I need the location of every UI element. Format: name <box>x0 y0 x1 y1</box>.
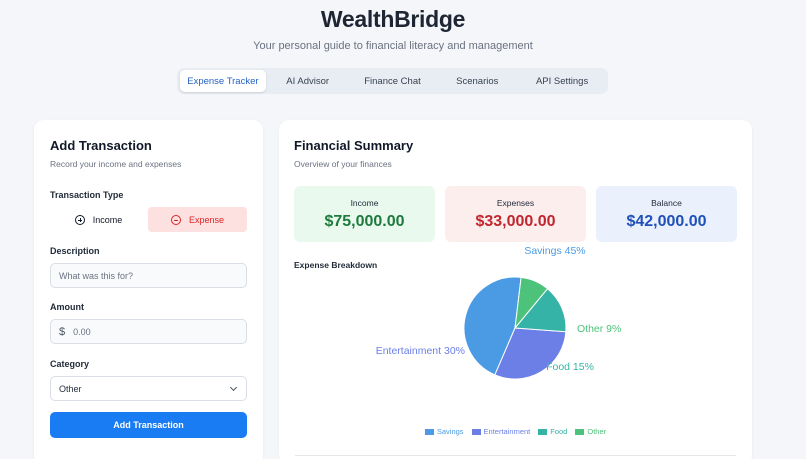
balance-stat-label: Balance <box>651 198 682 208</box>
pie-label-food: Food 15% <box>546 361 594 373</box>
tab-api-settings[interactable]: API Settings <box>519 70 605 92</box>
balance-stat-value: $42,000.00 <box>626 213 707 230</box>
transaction-type-label: Transaction Type <box>50 190 124 200</box>
category-select[interactable]: Other <box>50 376 247 401</box>
minus-circle-icon <box>170 214 181 225</box>
add-transaction-title: Add Transaction <box>50 138 152 153</box>
expense-pie-chart: Savings 45% Entertainment 30% Food 15% Othe… <box>376 245 621 380</box>
category-value: Other <box>59 383 82 394</box>
income-stat-label: Income <box>350 198 379 208</box>
legend-swatch <box>538 428 548 435</box>
tab-expense-tracker[interactable]: Expense Tracker <box>180 70 266 92</box>
legend-label: Food <box>550 427 568 436</box>
dollar-icon: $ <box>59 325 66 338</box>
amount-label: Amount <box>50 302 84 312</box>
legend-swatch <box>471 428 481 435</box>
legend-label: Savings <box>436 427 464 436</box>
income-stat-value: $75,000.00 <box>324 213 405 230</box>
income-type-label: Income <box>92 214 123 225</box>
legend-item-savings[interactable]: Savings <box>424 427 464 436</box>
chevron-down-icon <box>229 383 238 392</box>
legend-item-other[interactable]: Other <box>575 427 606 436</box>
expenses-stat-label: Expenses <box>496 198 535 208</box>
divider <box>295 455 736 456</box>
add-transaction-subtitle: Record your income and expenses <box>50 159 182 169</box>
pie-label-other: Other 9% <box>577 323 621 335</box>
description-placeholder: What was this for? <box>59 270 134 281</box>
add-transaction-card: Add Transaction Record your income and e… <box>34 120 263 459</box>
tab-scenarios[interactable]: Scenarios <box>435 70 519 92</box>
pie-label-savings: Savings 45% <box>524 245 585 257</box>
legend-swatch <box>424 428 434 435</box>
legend-item-entertainment[interactable]: Entertainment <box>471 427 531 436</box>
amount-placeholder: 0.00 <box>73 326 91 337</box>
tab-bar: Expense Tracker AI Advisor Finance Chat … <box>177 68 608 94</box>
legend-label: Entertainment <box>483 427 531 436</box>
expense-type-label: Expense <box>188 214 225 225</box>
income-type-button[interactable]: Income <box>50 207 147 232</box>
expenses-stat-value: $33,000.00 <box>475 213 556 230</box>
legend-item-food[interactable]: Food <box>538 427 567 436</box>
summary-subtitle: Overview of your finances <box>294 159 392 169</box>
pie-label-entertainment: Entertainment 30% <box>376 345 465 357</box>
expense-type-button[interactable]: Expense <box>148 207 247 232</box>
amount-input[interactable]: $ 0.00 <box>50 319 247 344</box>
balance-stat: Balance $42,000.00 <box>596 186 737 242</box>
legend-swatch <box>575 428 585 435</box>
category-label: Category <box>50 359 90 369</box>
app-title: WealthBridge <box>320 6 466 32</box>
tab-ai-advisor[interactable]: AI Advisor <box>266 70 350 92</box>
plus-circle-icon <box>74 214 85 225</box>
chart-legend: Savings Entertainment Food Other <box>279 427 752 436</box>
expenses-stat: Expenses $33,000.00 <box>445 186 586 242</box>
add-transaction-button[interactable]: Add Transaction <box>50 412 247 438</box>
description-input[interactable]: What was this for? <box>50 263 247 288</box>
financial-summary-card: Financial Summary Overview of your finan… <box>279 120 752 459</box>
summary-title: Financial Summary <box>294 138 414 153</box>
income-stat: Income $75,000.00 <box>294 186 435 242</box>
app-subtitle: Your personal guide to financial literac… <box>253 40 533 52</box>
description-label: Description <box>50 246 100 256</box>
legend-label: Other <box>587 427 607 436</box>
tab-finance-chat[interactable]: Finance Chat <box>350 70 436 92</box>
